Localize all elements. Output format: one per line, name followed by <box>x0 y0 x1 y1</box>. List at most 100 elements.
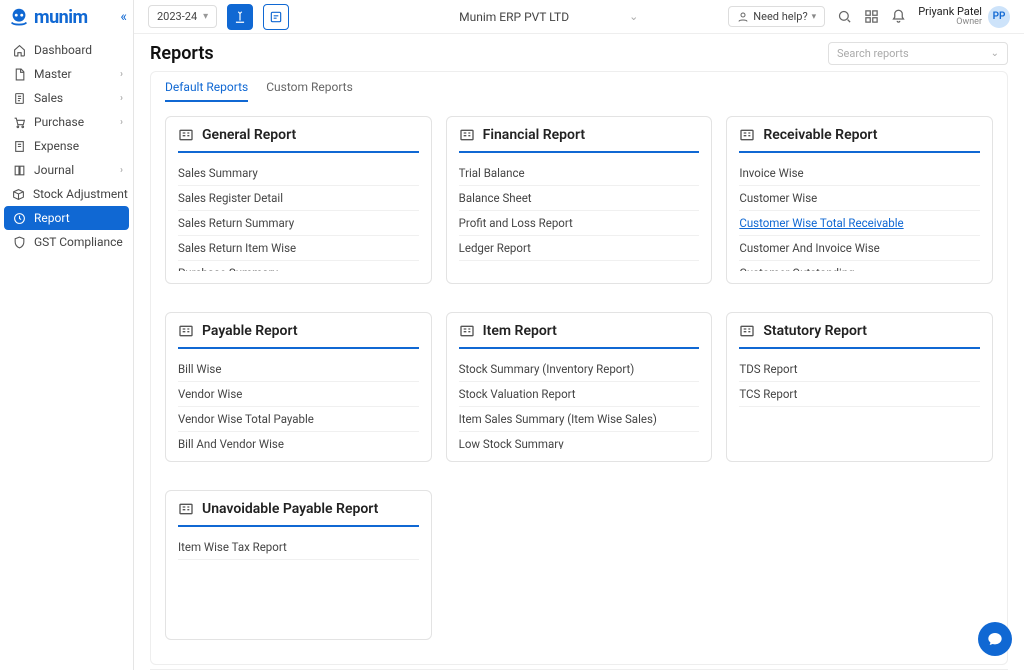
sidebar-item-master[interactable]: Master › <box>0 62 133 86</box>
report-link[interactable]: Bill Wise <box>178 357 419 382</box>
report-link[interactable]: Customer And Invoice Wise <box>739 236 980 261</box>
report-card-receivable-report: Receivable ReportInvoice WiseCustomer Wi… <box>726 116 993 284</box>
receipt-icon <box>12 139 26 153</box>
report-link[interactable]: Item Wise Tax Report <box>178 535 419 560</box>
chevron-right-icon: › <box>120 117 123 128</box>
sidebar-item-label: Expense <box>34 139 79 153</box>
report-link[interactable]: TCS Report <box>739 382 980 407</box>
card-list: TDS ReportTCS Report <box>739 357 980 449</box>
card-title: General Report <box>202 127 296 143</box>
report-link[interactable]: Low Stock Summary <box>459 432 700 449</box>
cart-icon <box>12 115 26 129</box>
tabs: Default Reports Custom Reports <box>151 72 1007 102</box>
report-card-item-report: Item Report Stock Summary (Inventory Repo… <box>446 312 713 462</box>
report-link[interactable]: Vendor Wise Total Payable <box>178 407 419 432</box>
sidebar: munim « Dashboard Master › Sales › Purch… <box>0 0 134 670</box>
sidebar-item-report[interactable]: Report <box>4 206 129 230</box>
card-title: Statutory Report <box>763 323 867 339</box>
card-title: Financial Report <box>483 127 585 143</box>
report-icon <box>739 127 755 143</box>
report-link[interactable]: Ledger Report <box>459 236 700 261</box>
content: Reports Search reports ⌄ Default Reports… <box>134 34 1024 670</box>
report-link[interactable]: Purchase Summary <box>178 261 419 271</box>
brand-logo: munim « <box>0 0 133 32</box>
sidebar-item-journal[interactable]: Journal › <box>0 158 133 182</box>
avatar: PP <box>988 6 1010 28</box>
report-link[interactable]: Sales Return Item Wise <box>178 236 419 261</box>
chevron-down-icon: ▾ <box>203 11 208 22</box>
report-link[interactable]: Customer Wise <box>739 186 980 211</box>
report-link[interactable]: Item Sales Summary (Item Wise Sales) <box>459 407 700 432</box>
tab-custom-reports[interactable]: Custom Reports <box>266 80 353 102</box>
user-menu[interactable]: Priyank Patel Owner PP <box>918 6 1010 28</box>
search-icon[interactable] <box>837 9 852 24</box>
year-value: 2023-24 <box>157 10 197 23</box>
chevron-down-icon: ⌄ <box>629 10 638 23</box>
report-card-general-report: General Report Sales SummarySales Registe… <box>165 116 432 284</box>
sidebar-collapse-icon[interactable]: « <box>120 9 127 25</box>
report-link[interactable]: Bill And Vendor Wise <box>178 432 419 449</box>
report-link[interactable]: Stock Summary (Inventory Report) <box>459 357 700 382</box>
card-title: Unavoidable Payable Report <box>202 501 378 517</box>
report-link[interactable]: Sales Register Detail <box>178 186 419 211</box>
report-link[interactable]: Balance Sheet <box>459 186 700 211</box>
company-name: Munim ERP PVT LTD <box>459 10 569 24</box>
sidebar-item-label: GST Compliance <box>34 235 123 249</box>
report-icon <box>178 127 194 143</box>
report-link[interactable]: Sales Return Summary <box>178 211 419 236</box>
help-button[interactable]: Need help? ▾ <box>728 6 825 27</box>
sidebar-item-label: Dashboard <box>34 43 92 57</box>
company-select[interactable]: Munim ERP PVT LTD ⌄ <box>459 10 638 24</box>
sidebar-item-label: Report <box>34 211 70 225</box>
card-list: Stock Summary (Inventory Report)Stock Va… <box>459 357 700 449</box>
card-list: Trial BalanceBalance SheetProfit and Los… <box>459 161 700 271</box>
report-link[interactable]: Customer Outstanding <box>739 261 980 271</box>
grid-icon[interactable] <box>864 9 879 24</box>
sidebar-item-purchase[interactable]: Purchase › <box>0 110 133 134</box>
report-icon <box>739 323 755 339</box>
report-link[interactable]: Customer Wise Total Receivable <box>739 211 980 236</box>
tab-default-reports[interactable]: Default Reports <box>165 80 248 102</box>
bell-icon[interactable] <box>891 9 906 24</box>
report-icon <box>459 127 475 143</box>
sidebar-item-expense[interactable]: Expense <box>0 134 133 158</box>
sidebar-item-label: Journal <box>34 163 74 177</box>
home-icon <box>12 43 26 57</box>
report-cards-row-2: Payable Report Bill WiseVendor WiseVendor… <box>151 298 1007 476</box>
chat-fab[interactable] <box>978 622 1012 656</box>
report-link[interactable]: Sales Summary <box>178 161 419 186</box>
clock-icon <box>12 211 26 225</box>
user-role: Owner <box>918 18 982 28</box>
sidebar-item-label: Stock Adjustment <box>33 187 128 201</box>
report-icon <box>178 501 194 517</box>
sidebar-item-stock-adjustment[interactable]: Stock Adjustment <box>0 182 133 206</box>
brand-name: munim <box>34 7 88 28</box>
report-cards-row-3: Unavoidable Payable Report Item Wise Tax … <box>151 476 1007 654</box>
card-list: Item Wise Tax Report <box>178 535 419 627</box>
report-link[interactable]: Profit and Loss Report <box>459 211 700 236</box>
report-link[interactable]: Trial Balance <box>459 161 700 186</box>
search-reports-input[interactable]: Search reports ⌄ <box>828 42 1008 65</box>
report-card-statutory-report: Statutory Report TDS ReportTCS Report <box>726 312 993 462</box>
report-cards-row-1: General Report Sales SummarySales Registe… <box>151 102 1007 298</box>
sidebar-item-dashboard[interactable]: Dashboard <box>0 38 133 62</box>
report-icon <box>178 323 194 339</box>
report-link[interactable]: TDS Report <box>739 357 980 382</box>
report-link[interactable]: Stock Valuation Report <box>459 382 700 407</box>
report-icon <box>459 323 475 339</box>
box-icon <box>12 187 25 201</box>
sidebar-item-label: Master <box>34 67 72 81</box>
card-title: Payable Report <box>202 323 298 339</box>
report-link[interactable]: Vendor Wise <box>178 382 419 407</box>
sidebar-item-gst-compliance[interactable]: GST Compliance <box>0 230 133 254</box>
report-link[interactable]: Invoice Wise <box>739 161 980 186</box>
doc-icon <box>12 91 26 105</box>
help-label: Need help? <box>753 10 807 23</box>
quick-action-button-2[interactable] <box>263 4 289 30</box>
chevron-right-icon: › <box>120 69 123 80</box>
sidebar-item-sales[interactable]: Sales › <box>0 86 133 110</box>
quick-action-button-1[interactable] <box>227 4 253 30</box>
card-title: Item Report <box>483 323 557 339</box>
card-list: Bill WiseVendor WiseVendor Wise Total Pa… <box>178 357 419 449</box>
year-select[interactable]: 2023-24 ▾ <box>148 5 217 28</box>
